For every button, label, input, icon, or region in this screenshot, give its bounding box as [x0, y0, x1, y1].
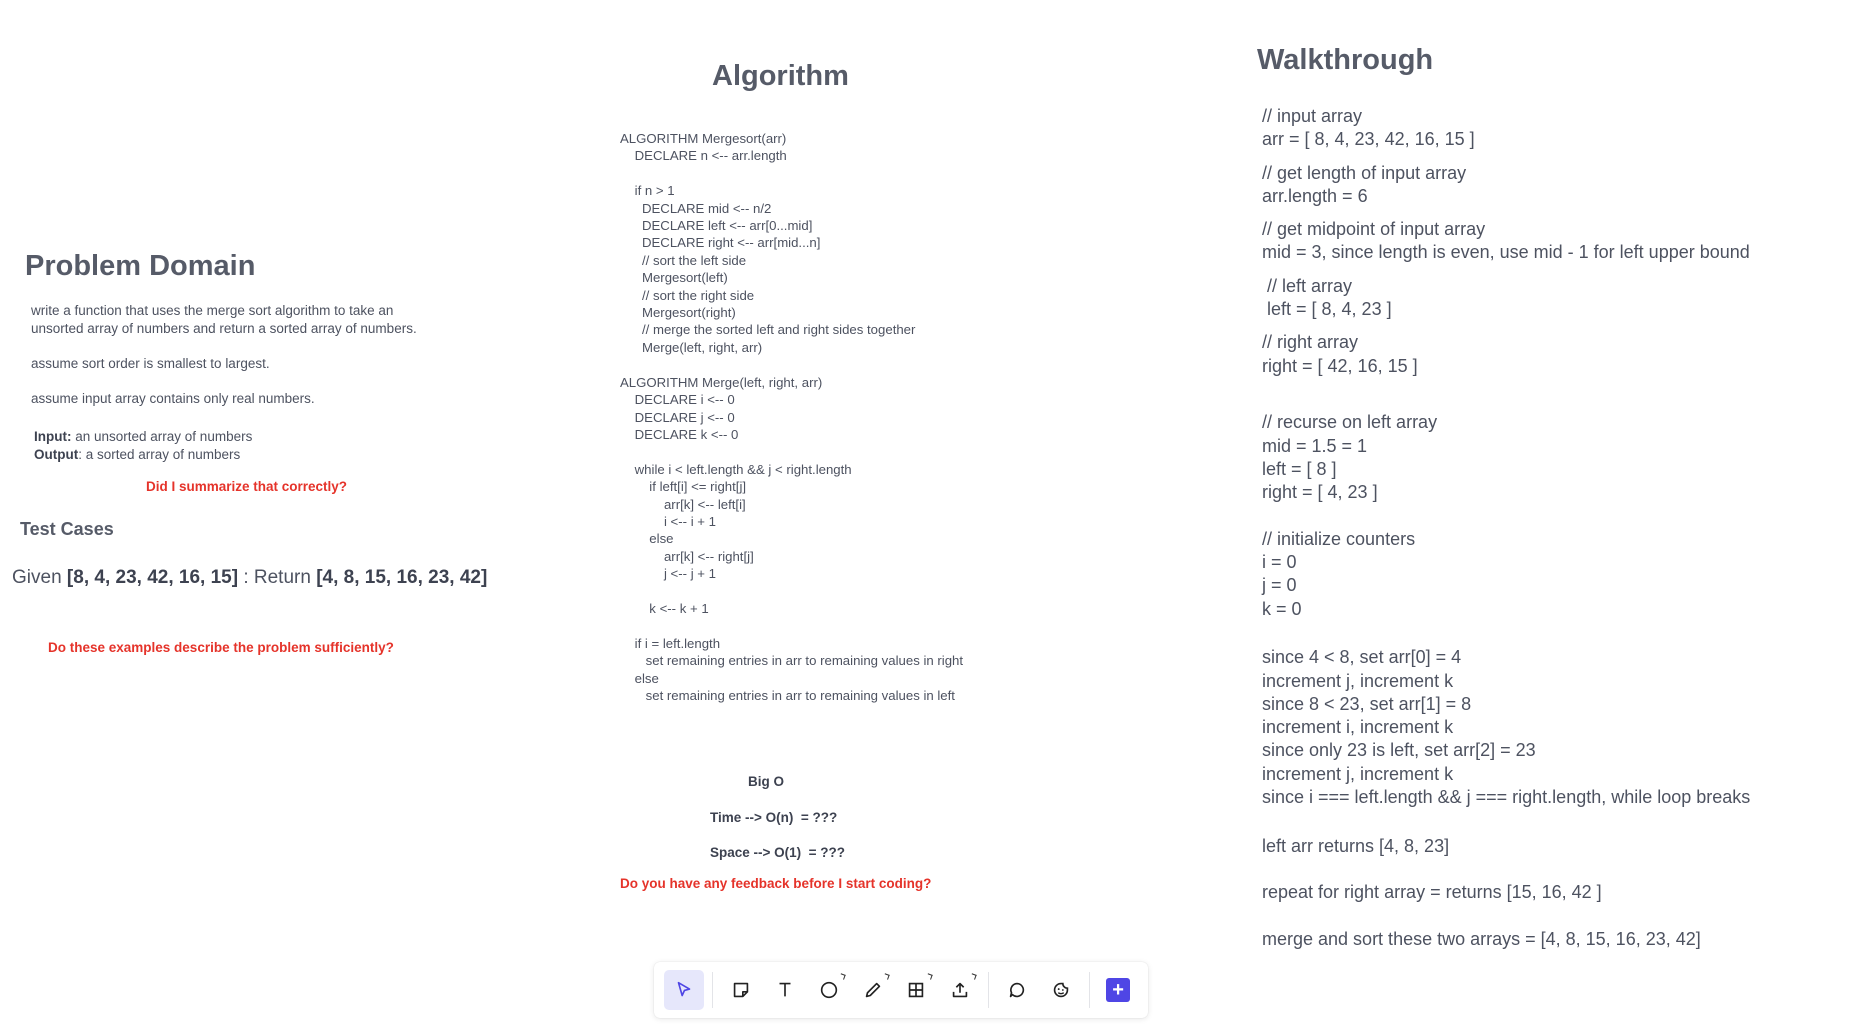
return-array: [4, 8, 15, 16, 23, 42] [316, 567, 488, 588]
table-tool-button[interactable] [897, 970, 937, 1010]
big-o-title: Big O [748, 774, 784, 789]
examples-question: Do these examples describe the problem s… [48, 640, 394, 655]
toolbar-divider [988, 972, 990, 1008]
submenu-indicator-icon [838, 973, 846, 980]
pointer-tool-button[interactable] [664, 970, 704, 1010]
given-label: Given [12, 567, 67, 588]
walkthrough-block: repeat for right array = returns [15, 16… [1262, 882, 1602, 903]
add-tool-button[interactable]: + [1098, 970, 1138, 1010]
return-label: : Return [238, 567, 317, 588]
upload-tool-button[interactable] [940, 970, 980, 1010]
algorithm-title: Algorithm [712, 60, 849, 92]
submenu-indicator-icon [926, 973, 934, 980]
problem-desc-line-3: assume sort order is smallest to largest… [31, 356, 270, 371]
toolbar-divider [711, 972, 713, 1008]
walkthrough-block: // get midpoint of input array mid = 3, … [1262, 219, 1750, 263]
circle-shape-icon [820, 981, 837, 999]
plus-icon: + [1106, 978, 1131, 1002]
walkthrough-block: // left array left = [ 8, 4, 23 ] [1267, 275, 1392, 320]
upload-icon [953, 982, 968, 998]
cursor-icon [677, 981, 691, 997]
problem-desc-line-2: unsorted array of numbers and return a s… [31, 320, 417, 336]
given-array: [8, 4, 23, 42, 16, 15] [66, 567, 239, 588]
input-label: Input: [34, 429, 72, 444]
comment-icon [1010, 982, 1025, 998]
submenu-indicator-icon [882, 973, 890, 980]
submenu-indicator-icon [970, 973, 978, 980]
walkthrough-title: Walkthrough [1257, 44, 1434, 76]
test-case-line: Given [8, 4, 23, 42, 16, 15] : Return [4… [12, 567, 487, 589]
space-complexity: Space --> O(1) = ??? [710, 845, 846, 860]
emoji-sticker-icon [1053, 982, 1069, 998]
problem-desc-line-1: write a function that uses the merge sor… [31, 303, 394, 318]
walkthrough-block: merge and sort these two arrays = [4, 8,… [1262, 928, 1701, 949]
walkthrough-block: // initialize counters i = 0 j = 0 k = 0 [1262, 528, 1416, 619]
algorithm-code: ALGORITHM Mergesort(arr) DECLARE n <-- a… [620, 131, 964, 703]
walkthrough-block: // get length of input array arr.length … [1262, 162, 1467, 206]
io-spec: Input: an unsorted array of numbers Outp… [34, 428, 252, 463]
comment-tool-button[interactable] [997, 970, 1037, 1010]
walkthrough-block: since 4 < 8, set arr[0] = 4 increment j,… [1262, 647, 1751, 808]
pen-tool-button[interactable] [853, 970, 893, 1010]
test-cases-title: Test Cases [20, 519, 114, 539]
text-icon [779, 982, 791, 997]
problem-desc-line-4: assume input array contains only real nu… [31, 390, 315, 406]
walkthrough-block: left arr returns [4, 8, 23] [1262, 835, 1450, 856]
text-tool-button[interactable] [765, 970, 805, 1010]
output-text: : a sorted array of numbers [78, 446, 241, 462]
bottom-toolbar: + [654, 962, 1148, 1018]
problem-description: write a function that uses the merge sor… [31, 302, 491, 407]
walkthrough-block: // input array arr = [ 8, 4, 23, 42, 16,… [1262, 106, 1475, 150]
feedback-question: Do you have any feedback before I start … [620, 876, 932, 891]
walkthrough-block: // recurse on left array mid = 1.5 = 1 l… [1262, 412, 1438, 503]
reaction-tool-button[interactable] [1041, 970, 1081, 1010]
table-icon [909, 982, 924, 998]
walkthrough-steps: // input array arr = [ 8, 4, 23, 42, 16,… [1262, 105, 1750, 951]
summarize-question: Did I summarize that correctly? [146, 479, 348, 494]
sticky-note-icon [733, 982, 749, 998]
shape-tool-button[interactable] [809, 970, 849, 1010]
sticky-note-tool-button[interactable] [721, 970, 761, 1010]
problem-domain-title: Problem Domain [25, 250, 256, 282]
toolbar-divider [1089, 972, 1091, 1008]
walkthrough-block: // right array right = [ 42, 16, 15 ] [1262, 332, 1418, 376]
time-complexity: Time --> O(n) = ??? [710, 810, 838, 825]
input-text: an unsorted array of numbers [71, 429, 253, 444]
output-label: Output [34, 446, 79, 462]
pen-icon [865, 982, 880, 998]
